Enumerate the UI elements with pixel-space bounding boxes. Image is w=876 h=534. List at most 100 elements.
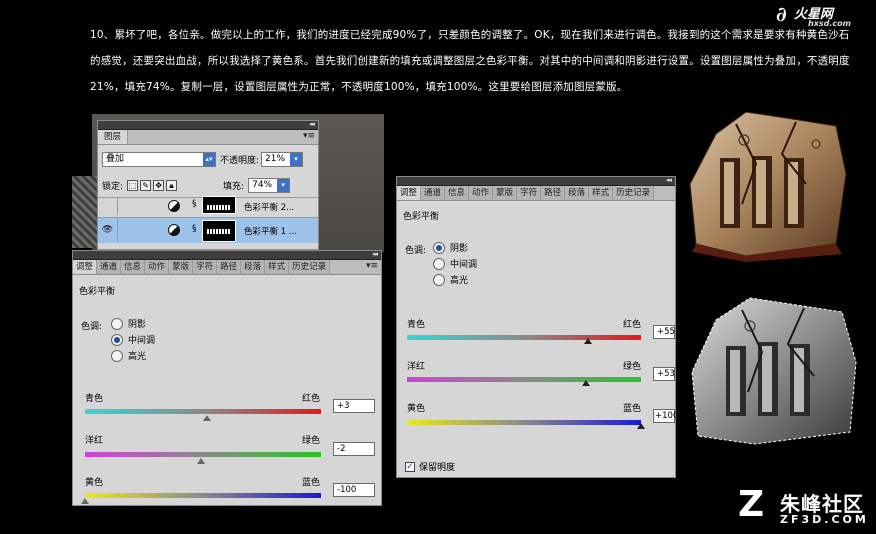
layer-row-selected[interactable]: 👁︎ § 色彩平衡 1 ... (98, 217, 318, 243)
tab-channels[interactable]: 通道 (421, 186, 446, 200)
panel-menu-icon[interactable]: ▾≡ (303, 131, 315, 141)
stone-image-colored (689, 111, 847, 262)
blend-mode-select[interactable]: 叠加 ▴▾ (102, 152, 216, 167)
tab-actions[interactable]: 动作 (145, 260, 170, 274)
tab-masks[interactable]: 蒙版 (169, 260, 194, 274)
lock-all-icon[interactable]: 🔒︎ (166, 180, 178, 191)
tone-label: 色调: (405, 246, 427, 256)
hxsd-logo-domain: hxsd.com (808, 19, 851, 28)
lock-position-icon[interactable]: ✥ (153, 180, 165, 191)
tab-adjustments[interactable]: 调整 (397, 186, 422, 200)
tab-character[interactable]: 字符 (193, 260, 218, 274)
dropdown-arrow-icon: ▾ (277, 179, 290, 192)
hxsd-logo-mark: ∂ (776, 2, 787, 26)
visibility-toggle[interactable] (98, 198, 118, 215)
slider-right-label: 蓝色 (302, 478, 321, 488)
link-icon[interactable]: § (192, 199, 197, 209)
collapse-icon[interactable]: ◂◂ (309, 120, 315, 128)
yellow-blue-slider[interactable] (407, 420, 641, 425)
lock-transparency-icon[interactable]: ⬚ (127, 180, 139, 191)
layer-name: 色彩平衡 2... (244, 203, 295, 213)
tab-styles[interactable]: 样式 (265, 260, 290, 274)
slider-left-label: 洋红 (85, 436, 104, 446)
eye-icon[interactable]: 👁︎ (98, 218, 118, 243)
radio-button-selected[interactable] (433, 241, 445, 254)
tab-styles[interactable]: 样式 (589, 186, 614, 200)
layer-mask-thumbnail[interactable] (202, 196, 236, 214)
radio-highlights[interactable]: 高光 (111, 349, 146, 362)
blend-mode-value: 叠加 (106, 154, 125, 164)
radio-midtones[interactable]: 中间调 (433, 257, 477, 270)
collapse-icon[interactable]: ◂◂ (372, 250, 378, 258)
cyan-red-slider[interactable] (407, 335, 641, 340)
tab-paths[interactable]: 路径 (541, 186, 566, 200)
panel-menu-icon[interactable]: ▾≡ (366, 261, 378, 271)
magenta-green-slider[interactable] (85, 452, 321, 457)
radio-button[interactable] (111, 317, 123, 330)
radio-label: 中间调 (128, 336, 156, 346)
radio-midtones[interactable]: 中间调 (111, 333, 155, 346)
magenta-green-value[interactable]: +53 (653, 367, 675, 381)
select-arrow-icon: ▴▾ (203, 153, 215, 166)
radio-highlights[interactable]: 高光 (433, 273, 468, 286)
fill-label: 填充: (223, 182, 245, 192)
checkbox-checked-icon[interactable]: ✓ (405, 461, 415, 472)
preserve-luminosity-checkbox[interactable]: ✓ 保留明度 (405, 460, 455, 473)
tab-character[interactable]: 字符 (517, 186, 542, 200)
layer-name: 色彩平衡 1 ... (244, 227, 297, 237)
slider-left-label: 青色 (85, 394, 104, 404)
radio-button[interactable] (111, 349, 123, 362)
tab-history[interactable]: 历史记录 (289, 260, 331, 274)
yellow-blue-slider[interactable] (85, 493, 321, 498)
cyan-red-value[interactable]: +3 (333, 399, 375, 413)
radio-shadows[interactable]: 阴影 (111, 317, 146, 330)
fill-field[interactable]: 74% ▾ (248, 178, 291, 193)
tab-channels[interactable]: 通道 (97, 260, 122, 274)
dropdown-arrow-icon: ▾ (290, 153, 303, 166)
tab-masks[interactable]: 蒙版 (493, 186, 518, 200)
slider-right-label: 红色 (623, 320, 642, 330)
tab-actions[interactable]: 动作 (469, 186, 494, 200)
panel-titlebar[interactable]: ◂◂ (73, 250, 381, 260)
radio-button-selected[interactable] (111, 333, 123, 346)
radio-shadows[interactable]: 阴影 (433, 241, 468, 254)
slider-right-label: 红色 (302, 394, 321, 404)
cyan-red-value[interactable]: +55 (653, 325, 675, 339)
lock-label: 锁定: (102, 182, 124, 192)
radio-button[interactable] (433, 257, 445, 270)
intro-paragraph: 10、累坏了吧，各位亲。做完以上的工作，我们的进度已经完成90%了，只差颜色的调… (90, 29, 850, 93)
tab-layers[interactable]: 图层 (98, 130, 129, 144)
tab-paragraph[interactable]: 段落 (241, 260, 266, 274)
lock-pixels-icon[interactable]: ✎ (140, 180, 152, 191)
magenta-green-value[interactable]: -2 (333, 442, 375, 456)
adjustments-tabs: 调整 通道 信息 动作 蒙版 字符 路径 段落 样式 历史记录 (397, 186, 675, 201)
collapse-icon[interactable]: ◂◂ (666, 176, 672, 184)
tab-info[interactable]: 信息 (445, 186, 470, 200)
radio-button[interactable] (433, 273, 445, 286)
slider-right-label: 绿色 (623, 362, 642, 372)
layers-panel-titlebar[interactable]: ◂◂ (98, 120, 318, 130)
panel-heading: 色彩平衡 (79, 287, 116, 297)
link-icon[interactable]: § (192, 224, 197, 234)
radio-label: 高光 (128, 352, 147, 362)
tab-paths[interactable]: 路径 (217, 260, 242, 274)
layers-panel-tabs: 图层 ▾≡ (98, 130, 318, 145)
yellow-blue-value[interactable]: -100 (333, 483, 375, 497)
hxsd-logo: ∂ 火星网 hxsd.com (776, 2, 872, 30)
layers-panel: ◂◂ 图层 ▾≡ 叠加 ▴▾ 不透明度: 21% ▾ 锁定: ⬚ ✎ ✥ 🔒︎ 填充:… (97, 120, 319, 250)
tab-info[interactable]: 信息 (121, 260, 146, 274)
adjustment-layer-icon (168, 200, 180, 212)
layer-row[interactable]: § 色彩平衡 2... (98, 196, 318, 215)
cyan-red-slider[interactable] (85, 409, 321, 414)
slider-left-label: 黄色 (85, 478, 104, 488)
tab-paragraph[interactable]: 段落 (565, 186, 590, 200)
opacity-field[interactable]: 21% ▾ (261, 152, 304, 167)
magenta-green-slider[interactable] (407, 377, 641, 382)
radio-label: 阴影 (450, 244, 469, 254)
tab-adjustments[interactable]: 调整 (73, 260, 98, 274)
tab-history[interactable]: 历史记录 (613, 186, 655, 200)
panel-titlebar[interactable]: ◂◂ (397, 176, 675, 186)
radio-label: 中间调 (450, 260, 478, 270)
layer-mask-thumbnail[interactable] (202, 220, 236, 242)
yellow-blue-value[interactable]: +100 (653, 409, 678, 423)
